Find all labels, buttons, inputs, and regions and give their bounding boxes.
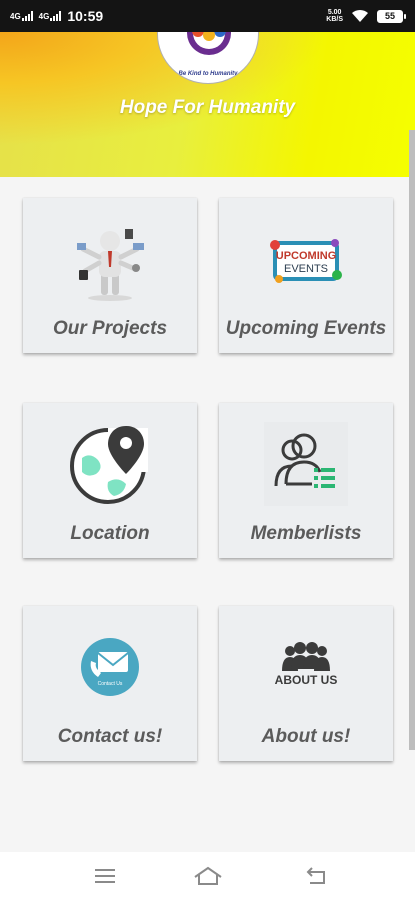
status-right: 5.00 KB/S 55 <box>326 0 406 32</box>
events-badge-line1: UPCOMING <box>276 250 337 262</box>
members-list-icon <box>219 421 393 506</box>
status-bar: 4G 4G 10:59 5.00 KB/S 55 <box>0 0 415 32</box>
tile-upcoming-events[interactable]: UPCOMING EVENTS Upcoming Events <box>219 198 393 353</box>
menu-icon[interactable] <box>85 862 125 890</box>
home-icon[interactable] <box>188 862 228 890</box>
tile-label-contact-us: Contact us! <box>57 726 163 747</box>
location-globe-pin-icon <box>23 421 197 506</box>
tile-label-location: Location <box>70 523 150 544</box>
tile-our-projects[interactable]: Our Projects <box>23 198 197 353</box>
sim1-label: 4G <box>10 12 21 21</box>
tile-label-our-projects: Our Projects <box>52 318 168 339</box>
wifi-icon <box>352 9 368 22</box>
about-us-group-icon: ABOUT US <box>219 624 393 709</box>
tile-memberlists[interactable]: Memberlists <box>219 403 393 558</box>
tile-label-about-us: About us! <box>261 726 351 747</box>
logo-tagline: Be Kind to Humanity <box>178 71 238 77</box>
sim2-signal-icon: 4G <box>39 11 62 21</box>
sim2-label: 4G <box>38 12 50 21</box>
app-title: Hope For Humanity <box>119 97 296 118</box>
about-badge-text: ABOUT US <box>275 673 338 687</box>
businessman-multitask-icon <box>23 218 197 303</box>
network-speed: 5.00 KB/S <box>326 9 343 23</box>
tile-contact-us[interactable]: Contact Us Contact us! <box>23 606 197 761</box>
battery-icon: 55 <box>377 9 406 23</box>
events-badge-line2: EVENTS <box>284 263 328 275</box>
tile-label-memberlists: Memberlists <box>250 523 362 544</box>
battery-level: 55 <box>384 11 395 21</box>
clock: 10:59 <box>67 8 104 24</box>
tile-label-upcoming-events: Upcoming Events <box>225 318 387 339</box>
upcoming-events-badge-icon: UPCOMING EVENTS <box>219 218 393 303</box>
network-speed-value: 5.00 <box>327 9 342 16</box>
contact-badge-text: Contact Us <box>98 681 123 687</box>
scrollbar[interactable] <box>409 130 415 750</box>
back-icon[interactable] <box>296 862 336 890</box>
status-left: 4G 4G 10:59 <box>10 0 103 32</box>
contact-envelope-phone-icon: Contact Us <box>23 624 197 709</box>
tile-location[interactable]: Location <box>23 403 197 558</box>
system-navigation-bar <box>0 852 415 900</box>
logo-emblem-icon <box>187 32 231 55</box>
sim1-signal-icon: 4G <box>10 11 33 21</box>
organization-logo: Be Kind to Humanity <box>157 32 259 84</box>
network-speed-unit: KB/S <box>326 16 343 23</box>
app-header: Be Kind to Humanity Hope For Humanity <box>0 32 415 177</box>
tile-about-us[interactable]: ABOUT US About us! <box>219 606 393 761</box>
